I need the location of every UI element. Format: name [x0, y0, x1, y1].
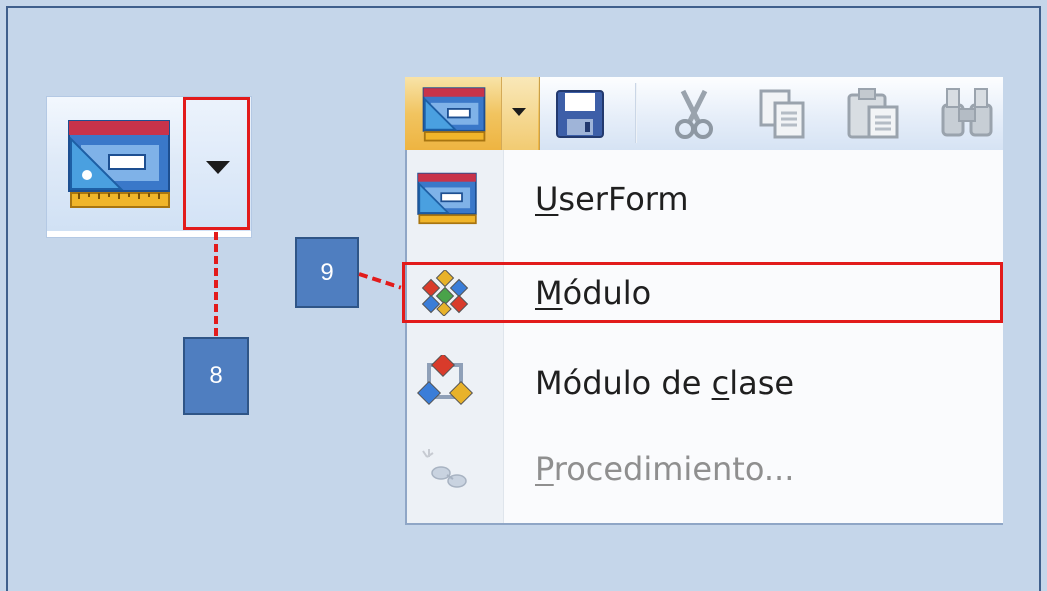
insert-userform-icon [422, 87, 486, 142]
userform-icon [68, 120, 170, 208]
menu-item-label: Procedimiento... [535, 450, 795, 488]
standard-toolbar [405, 77, 1003, 150]
toolbar-insert-split-button[interactable] [405, 77, 540, 150]
callout-8-leader-line [214, 232, 218, 336]
toolbar-separator [635, 83, 637, 143]
insert-dropdown-menu: UserForm Módulo Módulo de clase Procedim… [405, 150, 1003, 525]
callout-9: 9 [295, 237, 359, 308]
dropdown-highlight-box [183, 97, 250, 230]
menu-item-label: Módulo de clase [535, 364, 795, 402]
copy-icon[interactable] [757, 87, 809, 141]
menu-item-userform[interactable]: UserForm [407, 160, 1003, 238]
save-icon[interactable] [555, 89, 605, 139]
chevron-down-icon [512, 108, 526, 116]
menu-item-procedimiento[interactable]: Procedimiento... [407, 430, 1003, 508]
modulo-highlight-box [402, 262, 1003, 323]
menu-item-modulo-de-clase[interactable]: Módulo de clase [407, 344, 1003, 422]
menu-item-label: UserForm [535, 180, 689, 218]
procedure-icon [422, 449, 467, 488]
find-icon[interactable] [937, 85, 999, 141]
callout-8: 8 [183, 337, 249, 415]
toolbar-insert-dropdown[interactable] [501, 77, 538, 150]
button-base-strip [47, 231, 251, 237]
class-module-icon [417, 355, 474, 406]
cut-icon[interactable] [671, 87, 717, 141]
userform-icon [417, 172, 477, 225]
paste-icon[interactable] [845, 85, 903, 141]
